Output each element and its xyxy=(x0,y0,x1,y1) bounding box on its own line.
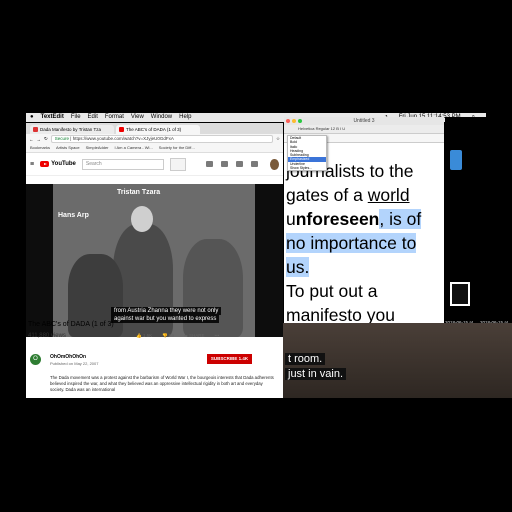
bookmark-artists-space[interactable]: Artists Space xyxy=(56,144,80,152)
text-run: manifesto you xyxy=(286,305,395,323)
textedit-window: Untitled 3 Helvetica Regular 12 B I U De… xyxy=(284,117,444,323)
reload-icon[interactable]: ↻ xyxy=(44,136,48,142)
style-option[interactable]: Show Styles... xyxy=(288,166,326,170)
browser-window: Dada Manifesto by Tristan Tza The ABC's … xyxy=(26,123,283,398)
menu-format[interactable]: Format xyxy=(105,113,124,122)
dislike-button[interactable]: 👎 59 xyxy=(162,333,174,339)
url-text: https://www.youtube.com/watch?v=XJyjeU0G… xyxy=(72,136,174,141)
secure-label: Secure xyxy=(54,136,70,141)
video-subtitle: against war but you wanted to express xyxy=(111,315,220,323)
text-run: , is of xyxy=(379,209,422,229)
text-run: us. xyxy=(286,257,310,277)
video-caption-arp: Hans Arp xyxy=(58,212,89,219)
channel-name[interactable]: OhOmOhOhOn xyxy=(50,354,86,360)
text-run: To put out a xyxy=(286,281,378,301)
video-overlay[interactable]: t room. just in vain. xyxy=(283,323,512,398)
youtube-play-icon xyxy=(40,161,50,167)
view-count: 411,880 views xyxy=(28,333,66,339)
subscribe-button[interactable]: SUBSCRIBE 1.4K xyxy=(207,354,252,364)
tab-strip: Dada Manifesto by Tristan Tza The ABC's … xyxy=(26,123,283,134)
bookmark-society[interactable]: Society for the Diff... xyxy=(159,144,195,152)
styles-dropdown[interactable]: Default Bold Italic Heading Subheading E… xyxy=(287,135,327,172)
document-line[interactable]: gates of a world xyxy=(286,183,442,207)
menu-edit[interactable]: Edit xyxy=(88,113,98,122)
tab-dada-manifesto[interactable]: Dada Manifesto by Tristan Tza xyxy=(30,125,114,134)
close-icon[interactable] xyxy=(286,119,290,123)
apps-icon[interactable] xyxy=(221,161,229,167)
hamburger-icon[interactable]: ≡ xyxy=(30,161,34,168)
favicon-icon xyxy=(33,127,38,132)
video-frame[interactable]: Tristan Tzara Hans Arp from Austria Zhan… xyxy=(53,184,255,337)
video-description: The Dada movement was a protest against … xyxy=(50,375,274,392)
video-player[interactable]: Tristan Tzara Hans Arp from Austria Zhan… xyxy=(26,184,283,337)
document-line[interactable]: us. xyxy=(286,255,442,279)
video-subtitle: just in vain. xyxy=(285,368,347,380)
bookmark-apps[interactable]: Bookmarks xyxy=(30,144,50,152)
youtube-header: ≡ YouTube Search xyxy=(26,153,283,176)
text-run: u xyxy=(286,209,296,229)
search-input[interactable]: Search xyxy=(81,158,165,170)
address-bar-row: ← → ↻ Secure | https://www.youtube.com/w… xyxy=(26,134,283,144)
menu-textedit[interactable]: TextEdit xyxy=(41,113,64,122)
zoom-icon[interactable] xyxy=(298,119,302,123)
messages-icon[interactable] xyxy=(236,161,244,167)
bookmark-camera[interactable]: I Am a Camera - Wi... xyxy=(115,144,153,152)
video-subtitle: from Austria Zhanna they were not only xyxy=(111,307,222,315)
menu-file[interactable]: File xyxy=(71,113,81,122)
video-caption-tzara: Tristan Tzara xyxy=(117,189,161,196)
apple-icon[interactable]: ● xyxy=(30,113,34,122)
video-title: The ABC's of DADA (1 of 3) xyxy=(28,321,114,328)
bookmark-simpleadder[interactable]: SimpleAdder xyxy=(86,144,109,152)
folder-icon[interactable] xyxy=(450,150,462,170)
star-icon[interactable]: ☆ xyxy=(276,136,280,142)
youtube-favicon-icon xyxy=(119,127,124,132)
desktop-background xyxy=(445,117,512,302)
video-figure xyxy=(131,206,153,232)
avatar[interactable] xyxy=(270,158,279,170)
window-titlebar: Untitled 3 xyxy=(284,117,444,125)
back-icon[interactable]: ← xyxy=(29,137,34,142)
document-line[interactable]: unforeseen, is of xyxy=(286,207,442,231)
text-run: gates of a xyxy=(286,185,368,205)
tab-abcs-of-dada[interactable]: The ABC's of DADA (1 of 3) xyxy=(116,125,200,134)
menu-window[interactable]: Window xyxy=(151,113,172,122)
document-line[interactable]: To put out a xyxy=(286,279,442,303)
bookmarks-bar: Bookmarks Artists Space SimpleAdder I Am… xyxy=(26,144,283,153)
notifications-icon[interactable] xyxy=(251,161,259,167)
format-toolbar[interactable]: Helvetica Regular 12 B I U xyxy=(284,125,444,134)
more-icon[interactable]: ••• xyxy=(215,333,220,339)
search-button[interactable] xyxy=(170,157,187,171)
window-title: Untitled 3 xyxy=(353,118,375,124)
document-text[interactable]: rightjournalists to thegates of a worldu… xyxy=(286,137,442,323)
share-button[interactable]: ➦ SHARE xyxy=(184,333,205,339)
publish-date: Published on May 22, 2007 xyxy=(50,361,99,366)
upload-icon[interactable] xyxy=(206,161,214,167)
like-button[interactable]: 👍 1.6K xyxy=(136,333,152,339)
screenshot-thumbnail[interactable] xyxy=(450,282,470,306)
channel-avatar[interactable]: O xyxy=(30,354,41,365)
menu-help[interactable]: Help xyxy=(179,113,191,122)
video-actions: 👍 1.6K 👎 59 ➦ SHARE ••• xyxy=(136,333,219,339)
minimize-icon[interactable] xyxy=(292,119,296,123)
text-run: world xyxy=(367,185,410,205)
document-line[interactable]: manifesto you xyxy=(286,303,442,323)
menu-view[interactable]: View xyxy=(131,113,144,122)
youtube-logo[interactable]: YouTube xyxy=(40,161,76,167)
text-run: no importance to xyxy=(286,233,417,253)
forward-icon[interactable]: → xyxy=(37,137,42,142)
document-line[interactable]: no importance to xyxy=(286,231,442,255)
video-subtitle: t room. xyxy=(285,353,326,365)
address-field[interactable]: Secure | https://www.youtube.com/watch?v… xyxy=(50,135,273,143)
text-run: nforeseen xyxy=(295,209,380,229)
